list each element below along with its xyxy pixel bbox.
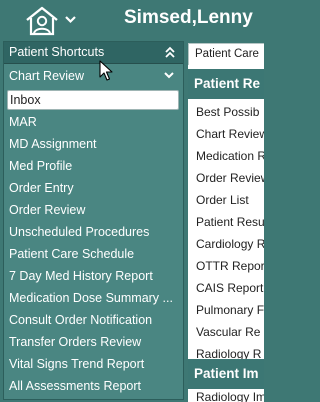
shortcut-label: Med Profile [9, 159, 73, 173]
patient-care-panel: Patient Care Patient Re Best Possib Char… [187, 41, 264, 402]
shortcut-transfer-orders-review[interactable]: Transfer Orders Review [4, 332, 183, 352]
report-link[interactable]: Order Review [196, 171, 264, 185]
shortcut-vital-signs-trend[interactable]: Vital Signs Trend Report [4, 354, 183, 374]
collapse-button[interactable] [163, 44, 177, 60]
shortcut-consult-order-notification[interactable]: Consult Order Notification [4, 310, 183, 330]
section-title: Patient Im [194, 366, 259, 381]
shortcut-label: Inbox [10, 93, 41, 107]
double-chevron-up-icon [165, 46, 175, 58]
shortcut-label: Medication Dose Summary ... [9, 291, 173, 305]
report-link[interactable]: Best Possib [196, 105, 259, 119]
app-header: Simsed,Lenny [0, 0, 264, 40]
report-link[interactable]: Medication R [196, 149, 264, 163]
home-user-icon [26, 6, 76, 36]
tab-patient-care[interactable]: Patient Care [188, 43, 264, 65]
chart-review-group[interactable]: Chart Review [4, 65, 183, 87]
home-user-menu[interactable] [24, 4, 82, 36]
report-link[interactable]: OTTR Repor [196, 259, 264, 273]
shortcut-label: Order Review [9, 203, 86, 217]
shortcut-label: Consult Order Notification [9, 313, 153, 327]
patient-care-content: Patient Re Best Possib Chart Review Medi… [188, 65, 264, 402]
shortcut-label: Transfer Orders Review [9, 335, 142, 349]
shortcut-label: Unscheduled Procedures [9, 225, 150, 239]
shortcut-patient-care-schedule[interactable]: Patient Care Schedule [4, 244, 183, 264]
shortcut-all-assessments[interactable]: All Assessments Report [4, 376, 183, 396]
report-link[interactable]: CAIS Report [196, 281, 263, 295]
shortcut-medication-dose-summary[interactable]: Medication Dose Summary ... [4, 288, 183, 308]
shortcut-med-profile[interactable]: Med Profile [4, 156, 183, 176]
report-link[interactable]: Order List [196, 193, 249, 207]
shortcut-order-review[interactable]: Order Review [4, 200, 183, 220]
patient-name: Simsed,Lenny [124, 7, 253, 28]
shortcut-label: 7 Day Med History Report [9, 269, 153, 283]
shortcut-label: MD Assignment [9, 137, 97, 151]
shortcuts-title: Patient Shortcuts [9, 45, 105, 59]
report-link[interactable]: Pulmonary F [196, 303, 264, 317]
shortcut-md-assignment[interactable]: MD Assignment [4, 134, 183, 154]
report-link[interactable]: Cardiology R [196, 237, 264, 251]
shortcut-mar[interactable]: MAR [4, 112, 183, 132]
chevron-down-icon [65, 16, 76, 24]
chart-review-label: Chart Review [9, 69, 85, 83]
shortcut-label: Patient Care Schedule [9, 247, 135, 261]
radiology-images-link[interactable]: Radiology Im [196, 390, 264, 402]
tab-label: Patient Care [195, 48, 259, 60]
section-title: Patient Re [194, 76, 261, 91]
report-link[interactable]: Vascular Re [196, 325, 260, 339]
report-link[interactable]: Patient Resu [196, 215, 264, 229]
shortcut-unscheduled-procedures[interactable]: Unscheduled Procedures [4, 222, 183, 242]
shortcuts-header: Patient Shortcuts [4, 42, 183, 64]
shortcut-order-entry[interactable]: Order Entry [4, 178, 183, 198]
shortcut-label: All Assessments Report [9, 379, 141, 393]
shortcut-7-day-med-history[interactable]: 7 Day Med History Report [4, 266, 183, 286]
chevron-down-icon [164, 72, 174, 79]
shortcut-label: Order Entry [9, 181, 74, 195]
shortcut-label: MAR [9, 115, 37, 129]
shortcut-label: Vital Signs Trend Report [9, 357, 145, 371]
patient-reports-header[interactable]: Patient Re [188, 69, 264, 99]
patient-shortcuts-panel: Patient Shortcuts Chart Review Inbox MAR… [3, 41, 184, 400]
report-link[interactable]: Chart Review [196, 127, 264, 141]
patient-images-header[interactable]: Patient Im [188, 359, 264, 389]
shortcut-inbox[interactable]: Inbox [7, 90, 179, 110]
